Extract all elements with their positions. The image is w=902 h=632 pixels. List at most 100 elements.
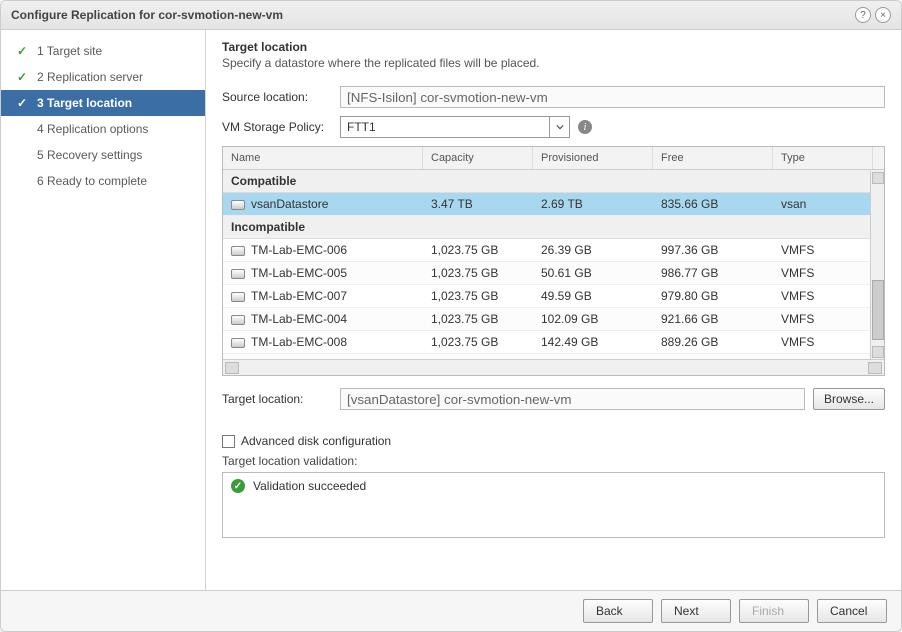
cell-provisioned: 102.09 GB — [533, 308, 653, 330]
target-label: Target location: — [222, 392, 332, 406]
cell-name: TM-Lab-EMC-006 — [223, 239, 423, 261]
success-icon: ✓ — [231, 479, 245, 493]
wizard-step-2[interactable]: ✓ 2 Replication server — [1, 64, 205, 90]
table-row[interactable]: TM-Lab-EMC-0051,023.75 GB50.61 GB986.77 … — [223, 262, 884, 285]
horizontal-scrollbar[interactable] — [223, 359, 884, 375]
advanced-checkbox[interactable] — [222, 435, 235, 448]
validation-label: Target location validation: — [222, 454, 885, 468]
datastore-icon — [231, 246, 245, 256]
source-row: Source location: — [222, 86, 885, 108]
cell-provisioned: 26.39 GB — [533, 239, 653, 261]
datastore-icon — [231, 200, 245, 210]
scroll-up-icon[interactable] — [872, 172, 884, 184]
help-icon[interactable]: ? — [855, 7, 871, 23]
cell-free: 997.36 GB — [653, 239, 773, 261]
target-row: Target location: Browse... — [222, 388, 885, 410]
cell-type: vsan — [773, 193, 873, 215]
titlebar: Configure Replication for cor-svmotion-n… — [1, 1, 901, 30]
cell-provisioned: 142.49 GB — [533, 331, 653, 353]
col-provisioned[interactable]: Provisioned — [533, 147, 653, 169]
cell-name: TM-Lab-EMC-005 — [223, 262, 423, 284]
table-row[interactable]: TM-Lab-EMC-0041,023.75 GB102.09 GB921.66… — [223, 308, 884, 331]
grid-section: Incompatible — [223, 216, 884, 239]
advanced-label: Advanced disk configuration — [241, 434, 391, 448]
dialog-body: ✓1 Target site✓2 Replication server✓3 Ta… — [1, 30, 901, 590]
wizard-step-4[interactable]: ✓4 Replication options — [1, 116, 205, 142]
close-icon[interactable]: × — [875, 7, 891, 23]
cell-type: VMFS — [773, 239, 873, 261]
policy-label: VM Storage Policy: — [222, 120, 332, 134]
chevron-down-icon — [549, 117, 569, 137]
validation-box: ✓ Validation succeeded — [222, 472, 885, 538]
cell-free: 979.80 GB — [653, 285, 773, 307]
wizard-step-3[interactable]: ✓3 Target location — [1, 90, 205, 116]
check-icon: ✓ — [15, 70, 29, 84]
step-label: 2 Replication server — [37, 70, 143, 84]
back-button[interactable]: Back — [583, 599, 653, 623]
cancel-button[interactable]: Cancel — [817, 599, 887, 623]
cell-free: 986.77 GB — [653, 262, 773, 284]
panel-header: Target location — [222, 40, 885, 54]
check-icon: ✓ — [15, 96, 29, 110]
target-input — [340, 388, 805, 410]
step-label: 6 Ready to complete — [37, 174, 147, 188]
col-free[interactable]: Free — [653, 147, 773, 169]
cell-type: VMFS — [773, 308, 873, 330]
datastore-icon — [231, 338, 245, 348]
vertical-scrollbar[interactable] — [870, 171, 884, 359]
cell-free: 889.26 GB — [653, 331, 773, 353]
table-row[interactable]: TM-Lab-EMC-0061,023.75 GB26.39 GB997.36 … — [223, 239, 884, 262]
dialog-title: Configure Replication for cor-svmotion-n… — [11, 8, 283, 22]
cell-capacity: 1,023.75 GB — [423, 285, 533, 307]
wizard-step-1[interactable]: ✓1 Target site — [1, 38, 205, 64]
finish-button: Finish — [739, 599, 809, 623]
datastore-icon — [231, 269, 245, 279]
source-input — [340, 86, 885, 108]
titlebar-controls: ? × — [855, 7, 891, 23]
cell-capacity: 1,023.75 GB — [423, 239, 533, 261]
cell-capacity: 3.47 TB — [423, 193, 533, 215]
cell-free: 921.66 GB — [653, 308, 773, 330]
wizard-step-6[interactable]: ✓6 Ready to complete — [1, 168, 205, 194]
browse-button[interactable]: Browse... — [813, 388, 885, 410]
cell-name: TM-Lab-EMC-008 — [223, 331, 423, 353]
scroll-left-icon[interactable] — [225, 362, 239, 374]
cell-type: VMFS — [773, 285, 873, 307]
grid-section: Compatible — [223, 170, 884, 193]
info-icon[interactable]: i — [578, 120, 592, 134]
table-row[interactable]: TM-Lab-EMC-0071,023.75 GB49.59 GB979.80 … — [223, 285, 884, 308]
dialog: Configure Replication for cor-svmotion-n… — [0, 0, 902, 632]
cell-capacity: 1,023.75 GB — [423, 331, 533, 353]
wizard-step-5[interactable]: ✓5 Recovery settings — [1, 142, 205, 168]
cell-type: VMFS — [773, 262, 873, 284]
col-capacity[interactable]: Capacity — [423, 147, 533, 169]
cell-capacity: 1,023.75 GB — [423, 262, 533, 284]
cell-name: TM-Lab-EMC-007 — [223, 285, 423, 307]
cell-provisioned: 2.69 TB — [533, 193, 653, 215]
next-button[interactable]: Next — [661, 599, 731, 623]
grid-body[interactable]: CompatiblevsanDatastore3.47 TB2.69 TB835… — [223, 170, 884, 359]
table-row[interactable]: TM-Lab-EMC-0081,023.75 GB142.49 GB889.26… — [223, 331, 884, 354]
scroll-down-icon[interactable] — [872, 346, 884, 358]
col-type[interactable]: Type — [773, 147, 873, 169]
advanced-row: Advanced disk configuration — [222, 434, 885, 448]
grid-header: Name Capacity Provisioned Free Type — [223, 147, 884, 170]
table-row[interactable]: vsanDatastore3.47 TB2.69 TB835.66 GBvsan — [223, 193, 884, 216]
cell-free: 835.66 GB — [653, 193, 773, 215]
policy-dropdown[interactable]: FTT1 — [340, 116, 570, 138]
policy-value: FTT1 — [347, 120, 376, 134]
cell-name: TM-Lab-EMC-004 — [223, 308, 423, 330]
panel-subheader: Specify a datastore where the replicated… — [222, 56, 885, 70]
cell-type: VMFS — [773, 331, 873, 353]
scroll-right-icon[interactable] — [868, 362, 882, 374]
datastore-icon — [231, 292, 245, 302]
cell-provisioned: 50.61 GB — [533, 262, 653, 284]
scroll-thumb[interactable] — [872, 280, 884, 340]
validation-text: Validation succeeded — [253, 479, 366, 493]
check-icon: ✓ — [15, 44, 29, 58]
datastore-grid: Name Capacity Provisioned Free Type Comp… — [222, 146, 885, 376]
wizard-sidebar: ✓1 Target site✓2 Replication server✓3 Ta… — [1, 30, 206, 590]
col-name[interactable]: Name — [223, 147, 423, 169]
policy-row: VM Storage Policy: FTT1 i — [222, 116, 885, 138]
datastore-icon — [231, 315, 245, 325]
